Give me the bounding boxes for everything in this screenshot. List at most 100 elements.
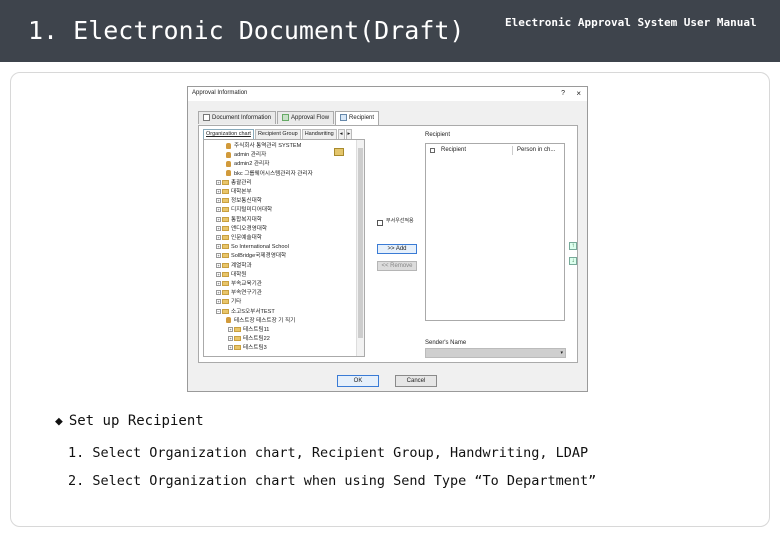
ok-button[interactable]: OK <box>337 375 379 387</box>
expand-toggle-icon[interactable]: − <box>216 308 221 314</box>
move-down-icon[interactable]: ↓ <box>569 257 577 265</box>
department-priority-label: 부서우선적용 <box>386 218 414 224</box>
tree-node[interactable]: 테스트장 테스트장 기 직기 <box>226 317 295 325</box>
expand-toggle-icon[interactable]: + <box>228 327 233 333</box>
expand-toggle-icon[interactable]: + <box>216 198 221 204</box>
col-recipient[interactable]: Recipient <box>437 146 513 155</box>
tree-node-label: 테스트팀22 <box>243 336 270 343</box>
add-button[interactable]: >> Add <box>377 244 417 254</box>
expand-toggle-icon[interactable]: + <box>228 336 233 342</box>
tab-document-information[interactable]: Document Information <box>198 111 277 124</box>
tree-node[interactable]: + 앤디오경영대학 <box>216 225 267 233</box>
department-priority-checkbox[interactable] <box>377 220 383 226</box>
recipient-panel: Organization chart Recipient Group Handw… <box>198 125 578 363</box>
bullet-text: Set up Recipient <box>68 413 204 429</box>
tree-node[interactable]: + 인문예술대학 <box>216 234 262 242</box>
tree-node[interactable]: + So International School <box>216 243 289 251</box>
cancel-button[interactable]: Cancel <box>395 375 437 387</box>
tree-node-label: 대학원 <box>231 271 247 278</box>
tree-node[interactable]: − 소고S오부서TEST <box>216 308 275 316</box>
tree-node-label: 인문예술대학 <box>231 235 262 241</box>
tree-node[interactable]: + 총괄관리 <box>216 179 252 187</box>
tree-node-label: 부속교육기관 <box>231 281 262 287</box>
expand-toggle-icon[interactable]: + <box>216 271 221 277</box>
tab-approval-flow[interactable]: Approval Flow <box>277 111 335 124</box>
tree-node[interactable]: admin2 관리자 <box>226 160 269 168</box>
tree-node[interactable]: bkc 그룹웨어시스템관리자 관리자 <box>226 170 313 178</box>
expand-toggle-icon[interactable]: + <box>216 262 221 268</box>
folder-icon <box>222 235 229 241</box>
folder-lock-icon[interactable] <box>334 148 344 156</box>
move-up-icon[interactable]: ↑ <box>569 242 577 250</box>
tree-node[interactable]: + 테스트팀22 <box>228 335 270 343</box>
tree-node[interactable]: 주식회사 통역관리 SYSTEM <box>226 142 301 150</box>
tree-node-label: 소고S오부서TEST <box>231 308 275 315</box>
expand-toggle-icon[interactable]: + <box>216 290 221 296</box>
tree-node[interactable]: admin 관리자 <box>226 151 266 159</box>
bullet-setup-recipient: ◆ Set up Recipient <box>55 413 204 429</box>
tree-node-label: 총괄관리 <box>231 179 252 186</box>
tree-node[interactable]: + 대학원 <box>216 271 246 279</box>
folder-icon <box>222 179 229 185</box>
folder-icon <box>222 244 229 250</box>
subtab-organization-chart[interactable]: Organization chart <box>203 129 254 139</box>
manual-title: Electronic Approval System User Manual <box>505 16 757 29</box>
step-2: 2. Select Organization chart when using … <box>68 473 597 489</box>
expand-toggle-icon[interactable]: + <box>228 345 233 351</box>
recipient-icon <box>340 113 348 121</box>
tree-node-label: bkc 그룹웨어시스템관리자 관리자 <box>234 170 313 177</box>
subtab-handwriting[interactable]: Handwriting <box>301 129 337 139</box>
expand-toggle-icon[interactable]: + <box>216 216 221 222</box>
expand-toggle-icon[interactable]: + <box>216 189 221 195</box>
subtab-recipient-group[interactable]: Recipient Group <box>254 129 301 139</box>
tree-node[interactable]: + 통합복지대학 <box>216 216 262 224</box>
user-icon <box>226 170 231 177</box>
diamond-icon: ◆ <box>55 414 63 429</box>
expand-toggle-icon[interactable]: + <box>216 281 221 287</box>
senders-name-select[interactable]: ▾ <box>425 348 566 358</box>
folder-icon <box>222 299 229 305</box>
tree-node[interactable]: + 테스트팀11 <box>228 326 269 334</box>
col-person-in-charge[interactable]: Person in ch... <box>513 146 563 155</box>
expand-toggle-icon[interactable]: + <box>216 225 221 231</box>
expand-toggle-icon[interactable]: + <box>216 207 221 213</box>
subtab-scroll-left-button[interactable]: ◂ <box>337 129 345 139</box>
tree-node[interactable]: + 기타 <box>216 298 241 306</box>
tab-recipient[interactable]: Recipient <box>335 111 380 125</box>
folder-icon <box>234 327 241 333</box>
expand-toggle-icon[interactable]: + <box>216 299 221 305</box>
subtab-scroll-right-button[interactable]: ▸ <box>345 129 353 139</box>
expand-toggle-icon[interactable]: + <box>216 235 221 241</box>
chevron-down-icon: ▾ <box>560 350 563 356</box>
tree-node-label: 기타 <box>231 299 242 306</box>
expand-toggle-icon[interactable]: + <box>216 179 221 185</box>
user-icon <box>226 142 231 149</box>
tree-scrollbar[interactable] <box>356 140 364 356</box>
organization-tree[interactable]: 주식회사 통역관리 SYSTEM admin 관리자 admin2 관리자 bkc 그… <box>203 139 365 357</box>
tab-label: Recipient <box>349 115 375 121</box>
remove-button[interactable]: << Remove <box>377 261 417 271</box>
tab-label: Document Information <box>212 115 272 121</box>
help-icon[interactable]: ? <box>561 90 565 97</box>
recipient-list[interactable]: Recipient Person in ch... <box>425 143 565 321</box>
tree-node[interactable]: + SolBridge국제경영대학 <box>216 252 286 260</box>
approval-information-dialog: Approval Information ? × Document Inform… <box>187 86 588 392</box>
folder-icon <box>222 262 229 268</box>
tree-node[interactable]: + 부속연구기관 <box>216 289 262 297</box>
dialog-titlebar: Approval Information ? × <box>188 87 587 101</box>
close-icon[interactable]: × <box>576 89 581 98</box>
tree-node[interactable]: + 계열학과 <box>216 262 252 270</box>
scrollbar-thumb[interactable] <box>358 148 363 338</box>
tree-node[interactable]: + 정보통신대학 <box>216 197 262 205</box>
select-all-checkbox[interactable] <box>430 148 435 153</box>
tree-node-label: 부속연구기관 <box>231 290 262 297</box>
tree-node[interactable]: + 대학본부 <box>216 188 252 196</box>
tree-node-label: 앤디오경영대학 <box>231 225 268 232</box>
tree-node-label: 주식회사 통역관리 SYSTEM <box>234 143 302 149</box>
recipient-subtabs: Organization chart Recipient Group Handw… <box>203 129 353 139</box>
expand-toggle-icon[interactable]: + <box>216 244 221 250</box>
tree-node[interactable]: + 테스트팀3 <box>228 344 267 352</box>
tree-node[interactable]: + 디지털미디어대학 <box>216 206 272 214</box>
expand-toggle-icon[interactable]: + <box>216 253 221 259</box>
tree-node[interactable]: + 부속교육기관 <box>216 280 262 288</box>
